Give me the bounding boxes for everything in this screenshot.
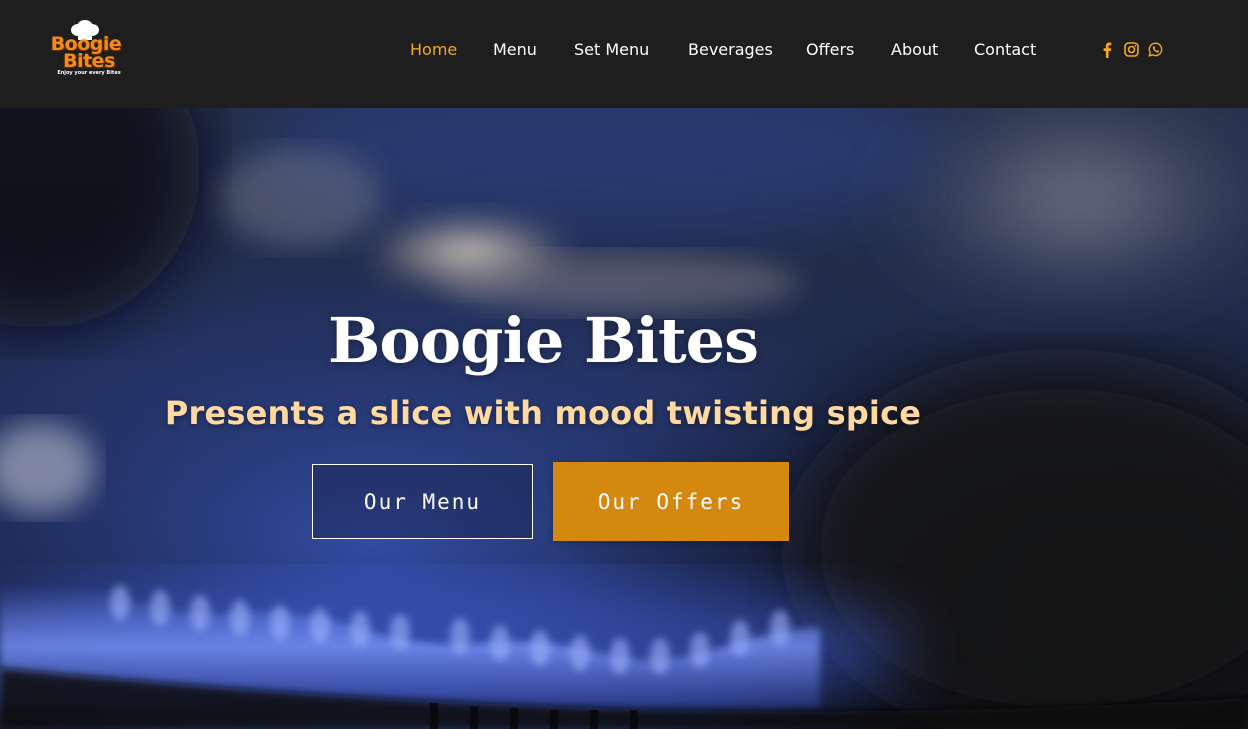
whatsapp-icon[interactable] (1148, 42, 1163, 60)
nav-item-about[interactable]: About (891, 40, 938, 59)
navbar: Boogie Bites Enjoy your every Bites Home… (0, 0, 1248, 108)
nav-item-home[interactable]: Home (410, 40, 457, 59)
nav-item-offers[interactable]: Offers (806, 40, 854, 59)
facebook-icon[interactable] (1102, 42, 1112, 60)
nav-item-set-menu[interactable]: Set Menu (574, 40, 649, 59)
nav-item-beverages[interactable]: Beverages (688, 40, 773, 59)
nav-item-menu[interactable]: Menu (493, 40, 537, 59)
instagram-icon[interactable] (1124, 42, 1139, 60)
nav-item-contact[interactable]: Contact (974, 40, 1036, 59)
hero-subtitle: Presents a slice with mood twisting spic… (164, 394, 922, 432)
hero-title: Boogie Bites (328, 304, 759, 377)
our-offers-button[interactable]: Our Offers (553, 462, 789, 541)
main-nav: Home Menu Set Menu Beverages Offers Abou… (0, 40, 1248, 62)
our-menu-button[interactable]: Our Menu (312, 464, 533, 539)
brand-tagline: Enjoy your every Bites (57, 70, 121, 76)
page: Boogie Bites Enjoy your every Bites Home… (0, 0, 1248, 729)
hero-section: Boogie Bites Presents a slice with mood … (0, 108, 1248, 729)
